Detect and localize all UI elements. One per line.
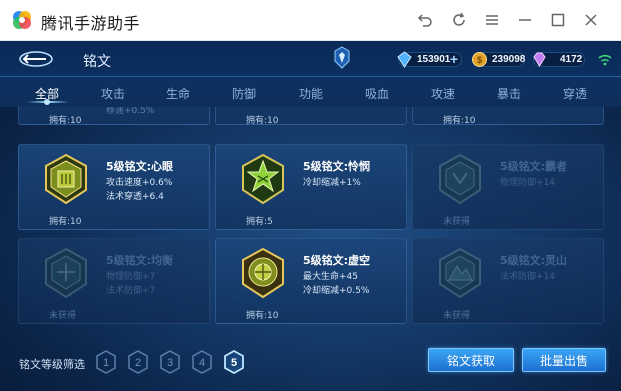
inscription-emblem-icon (439, 247, 481, 299)
card-owned-count: 未获得 (443, 217, 471, 227)
window-title-bar: 腾讯手游助手 (0, 0, 621, 41)
card-owned-count: 拥有:10 (49, 217, 82, 227)
inscription-emblem-icon (45, 247, 87, 299)
tab-attack-speed[interactable]: 攻速 (431, 85, 455, 102)
tab-lifesteal[interactable]: 吸血 (365, 85, 389, 102)
category-tabs: 全部 攻击 生命 防御 功能 吸血 攻速 暴击 穿透 (0, 77, 621, 107)
card-owned-count: 未获得 (49, 311, 77, 321)
back-icon[interactable] (413, 9, 437, 31)
tab-critical[interactable]: 暴击 (497, 85, 521, 102)
card-name: 5级铭文:霸者 (500, 160, 568, 173)
gem-value: 4172 (560, 54, 583, 65)
back-arrow-icon[interactable] (18, 50, 54, 68)
level-filter-4-label: 4 (199, 357, 205, 369)
inscription-card-lingshan[interactable]: 5级铭文:灵山 法术防御+14 未获得 (412, 238, 604, 324)
level-filter-3[interactable]: 3 (160, 350, 180, 374)
level-filter-label: 铭文等级筛选 (19, 358, 85, 371)
tab-penetration[interactable]: 穿透 (563, 85, 587, 102)
inscription-emblem-icon (242, 153, 284, 205)
card-name: 5级铭文:虚空 (303, 254, 371, 267)
inscription-card[interactable]: 拥有:10 (412, 107, 604, 126)
card-stat: 物理防御+7 (106, 272, 156, 282)
gem-balance: 4172 (533, 52, 585, 67)
inscription-emblem-icon (439, 153, 481, 205)
tab-attack[interactable]: 攻击 (101, 85, 125, 102)
maximize-icon[interactable] (546, 9, 570, 31)
card-stat: 移速+0.5% (106, 107, 155, 116)
level-filter-5-label: 5 (231, 357, 237, 369)
inscription-grid: 移速+0.5% 拥有:10 拥有:10 拥有:10 5级铭文:心眼 攻击速度+0… (0, 107, 621, 351)
bulk-sell-button[interactable]: 批量出售 (522, 348, 606, 372)
page-title: 铭文 (83, 54, 111, 70)
game-top-bar: 铭文 153901 + $ 239098 4172 (0, 41, 621, 77)
diamond-value: 153901 (417, 54, 451, 65)
bottom-toolbar: 铭文等级筛选 1 2 3 4 5 铭文获取 批量出售 (0, 343, 621, 391)
inscription-card-xinyan[interactable]: 5级铭文:心眼 攻击速度+0.6% 法术穿透+6.4 拥有:10 (18, 144, 210, 230)
card-stat: 法术防御+7 (106, 286, 156, 296)
card-stat: 冷却缩减+1% (303, 178, 361, 188)
level-filter-2-label: 2 (135, 357, 141, 369)
card-stat: 攻击速度+0.6% (106, 178, 173, 188)
menu-icon[interactable] (480, 9, 504, 31)
inscription-card[interactable]: 移速+0.5% 拥有:10 (18, 107, 210, 126)
level-filter-1-label: 1 (103, 357, 109, 369)
inscription-card-junheng[interactable]: 5级铭文:均衡 物理防御+7 法术防御+7 未获得 (18, 238, 210, 324)
tab-defense[interactable]: 防御 (232, 85, 256, 102)
card-owned-count: 拥有:5 (246, 217, 273, 227)
app-logo-icon (13, 11, 31, 29)
minimize-icon[interactable] (513, 9, 537, 31)
inscription-card[interactable]: 拥有:10 (215, 107, 407, 126)
app-title: 腾讯手游助手 (41, 14, 141, 33)
level-filter-4[interactable]: 4 (192, 350, 212, 374)
inscription-emblem-icon (242, 247, 284, 299)
level-filter-5[interactable]: 5 (224, 350, 244, 374)
add-diamond-button[interactable]: + (450, 51, 458, 67)
card-stat: 物理防御+14 (500, 178, 555, 188)
rank-badge-icon[interactable] (333, 46, 351, 70)
card-owned-count: 拥有:10 (246, 116, 279, 126)
inscription-card-xukong[interactable]: 5级铭文:虚空 最大生命+45 冷却缩减+0.5% 拥有:10 (215, 238, 407, 324)
gem-icon (533, 52, 546, 67)
game-screen: 铭文 153901 + $ 239098 4172 全部 攻击 生命 防御 功能… (0, 41, 621, 391)
level-filter-3-label: 3 (167, 357, 173, 369)
card-stat: 冷却缩减+0.5% (303, 286, 370, 296)
card-name: 5级铭文:灵山 (500, 254, 568, 267)
inscription-card-bazhe[interactable]: 5级铭文:霸者 物理防御+14 未获得 (412, 144, 604, 230)
card-stat: 法术防御+14 (500, 272, 555, 282)
card-stat: 法术穿透+6.4 (106, 192, 164, 202)
svg-text:$: $ (477, 55, 482, 65)
card-name: 5级铭文:怜悯 (303, 160, 371, 173)
close-icon[interactable] (579, 9, 603, 31)
tab-utility[interactable]: 功能 (299, 85, 323, 102)
diamond-icon (397, 51, 412, 68)
inscription-emblem-icon (45, 153, 87, 205)
card-owned-count: 拥有:10 (443, 116, 476, 126)
card-name: 5级铭文:均衡 (106, 254, 174, 267)
gold-value: 239098 (492, 54, 526, 65)
inscription-card-lianmin[interactable]: 5级铭文:怜悯 冷却缩减+1% 拥有:5 (215, 144, 407, 230)
diamond-balance: 153901 + (397, 51, 462, 68)
refresh-icon[interactable] (447, 9, 471, 31)
card-name: 5级铭文:心眼 (106, 160, 174, 173)
card-owned-count: 未获得 (443, 311, 471, 321)
card-stat: 最大生命+45 (303, 272, 358, 282)
card-owned-count: 拥有:10 (49, 116, 82, 126)
level-filter-2[interactable]: 2 (128, 350, 148, 374)
gold-coin-icon: $ (472, 52, 487, 67)
get-inscription-button[interactable]: 铭文获取 (428, 348, 514, 372)
wifi-signal-icon (598, 54, 612, 66)
active-tab-dot (44, 99, 50, 105)
tab-health[interactable]: 生命 (166, 85, 190, 102)
gold-balance: $ 239098 (472, 52, 526, 67)
card-owned-count: 拥有:10 (246, 311, 279, 321)
level-filter-1[interactable]: 1 (96, 350, 116, 374)
